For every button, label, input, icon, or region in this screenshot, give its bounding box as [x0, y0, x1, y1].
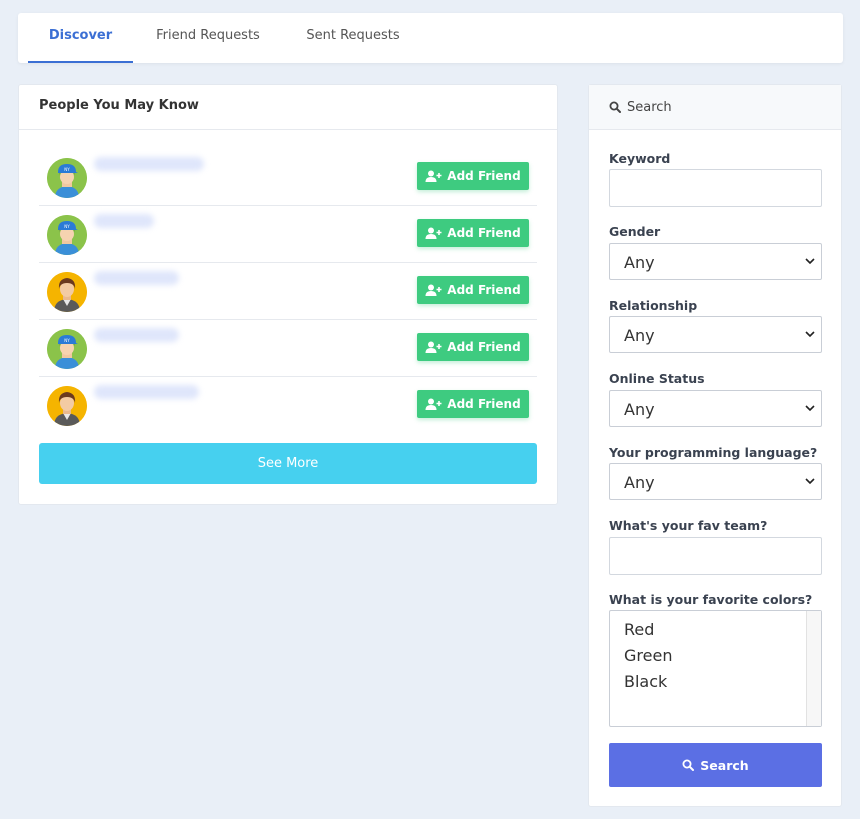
search-button-label: Search [700, 757, 749, 773]
favorite-colors-label: What is your favorite colors? [609, 592, 813, 607]
online-status-label: Online Status [609, 371, 705, 386]
add-friend-button[interactable]: Add Friend [417, 333, 529, 361]
add-friend-label: Add Friend [447, 283, 521, 297]
people-card-title: People You May Know [19, 85, 557, 130]
user-plus-icon [425, 284, 442, 296]
add-friend-button[interactable]: Add Friend [417, 219, 529, 247]
person-row: NY Add Friend [39, 206, 537, 263]
search-card-title: Search [627, 99, 672, 115]
add-friend-button[interactable]: Add Friend [417, 390, 529, 418]
chevron-down-icon [805, 405, 815, 412]
add-friend-label: Add Friend [447, 340, 521, 354]
listbox-scrollbar[interactable] [806, 611, 821, 726]
svg-text:NY: NY [64, 338, 70, 343]
user-plus-icon [425, 170, 442, 182]
programming-language-label: Your programming language? [609, 445, 818, 460]
svg-text:NY: NY [64, 224, 70, 229]
person-row: Add Friend [39, 263, 537, 320]
chevron-down-icon [805, 331, 815, 338]
user-plus-icon [425, 341, 442, 353]
keyword-input[interactable] [609, 169, 822, 207]
search-card: Search Keyword Gender Any Relationship A… [588, 84, 842, 807]
programming-language-select[interactable]: Any [609, 463, 822, 500]
chevron-down-icon [805, 478, 815, 485]
people-you-may-know-card: People You May Know NY Add Friend NY Add… [18, 84, 558, 505]
blurred-name [94, 214, 154, 228]
search-button[interactable]: Search [609, 743, 822, 787]
add-friend-button[interactable]: Add Friend [417, 276, 529, 304]
search-card-header: Search [589, 85, 841, 130]
person-row: Add Friend [39, 377, 537, 434]
color-option-red[interactable]: Red [624, 620, 654, 639]
search-icon [609, 101, 621, 113]
blurred-name [94, 385, 199, 399]
person-row: NY Add Friend [39, 149, 537, 206]
see-more-button[interactable]: See More [39, 443, 537, 484]
blurred-name [94, 157, 204, 171]
favorite-colors-listbox[interactable]: Red Green Black [609, 610, 822, 727]
tab-friend-requests[interactable]: Friend Requests [148, 13, 268, 63]
online-status-select-value: Any [624, 400, 655, 419]
search-icon [682, 759, 695, 771]
avatar-icon-woman-cap[interactable]: NY [47, 158, 87, 198]
tab-sent-requests[interactable]: Sent Requests [293, 13, 413, 63]
tab-discover[interactable]: Discover [28, 13, 133, 63]
avatar-icon-woman-cap[interactable]: NY [47, 215, 87, 255]
gender-select[interactable]: Any [609, 243, 822, 280]
keyword-label: Keyword [609, 151, 671, 166]
relationship-select[interactable]: Any [609, 316, 822, 353]
relationship-select-value: Any [624, 326, 655, 345]
color-option-black[interactable]: Black [624, 672, 667, 691]
programming-language-select-value: Any [624, 473, 655, 492]
gender-select-value: Any [624, 253, 655, 272]
color-option-green[interactable]: Green [624, 646, 672, 665]
blurred-name [94, 328, 179, 342]
fav-team-input[interactable] [609, 537, 822, 575]
tab-bar: Discover Friend Requests Sent Requests [18, 13, 843, 63]
user-plus-icon [425, 227, 442, 239]
user-plus-icon [425, 398, 442, 410]
online-status-select[interactable]: Any [609, 390, 822, 427]
avatar-icon-man[interactable] [47, 272, 87, 312]
avatar-icon-man[interactable] [47, 386, 87, 426]
blurred-name [94, 271, 179, 285]
add-friend-button[interactable]: Add Friend [417, 162, 529, 190]
add-friend-label: Add Friend [447, 397, 521, 411]
svg-text:NY: NY [64, 167, 70, 172]
chevron-down-icon [805, 258, 815, 265]
person-row: NY Add Friend [39, 320, 537, 377]
gender-label: Gender [609, 224, 661, 239]
avatar-icon-woman-cap[interactable]: NY [47, 329, 87, 369]
add-friend-label: Add Friend [447, 169, 521, 183]
fav-team-label: What's your fav team? [609, 518, 768, 533]
relationship-label: Relationship [609, 298, 698, 313]
add-friend-label: Add Friend [447, 226, 521, 240]
